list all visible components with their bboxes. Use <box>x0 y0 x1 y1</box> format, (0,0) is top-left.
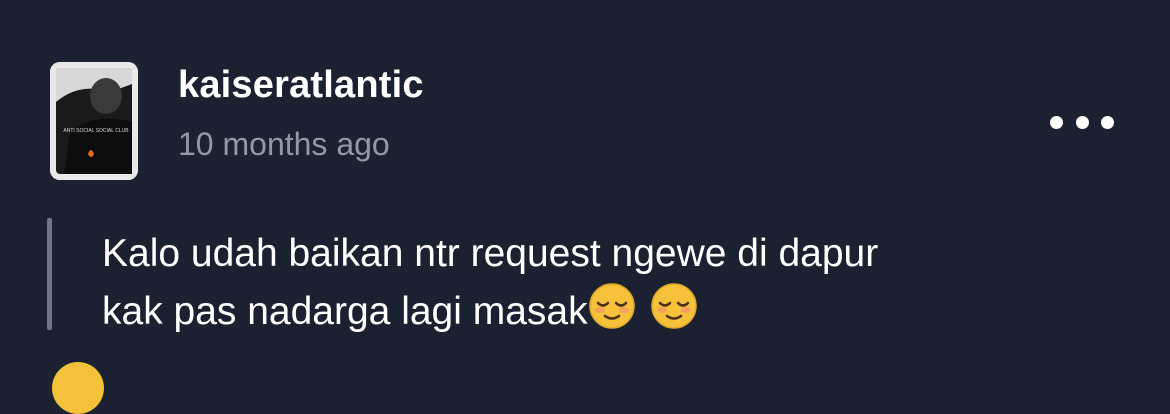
more-horizontal-icon <box>1101 115 1114 129</box>
relieved-face-emoji <box>588 282 636 330</box>
comment-text-line-2: kak pas nadarga lagi masak <box>102 282 1142 340</box>
more-options-button[interactable] <box>1046 104 1118 140</box>
username[interactable]: kaiseratlantic <box>178 64 424 107</box>
avatar-photo: ANTI SOCIAL SOCIAL CLUB <box>50 62 138 180</box>
more-horizontal-icon <box>1050 115 1063 129</box>
avatar-shirt-text: ANTI SOCIAL SOCIAL CLUB <box>63 128 129 134</box>
comment-text: Kalo udah baikan ntr request ngewe di da… <box>102 226 1142 340</box>
comment-card: ANTI SOCIAL SOCIAL CLUB kaiseratlantic 1… <box>0 0 1170 414</box>
comment-text-line-2-content: kak pas nadarga lagi masak <box>102 290 588 333</box>
emoji-reaction-icon[interactable] <box>52 362 104 414</box>
quote-bar <box>47 218 52 330</box>
relieved-face-emoji <box>650 282 698 330</box>
more-horizontal-icon <box>1075 115 1089 129</box>
comment-text-line-1: Kalo udah baikan ntr request ngewe di da… <box>102 232 879 275</box>
avatar[interactable]: ANTI SOCIAL SOCIAL CLUB <box>50 62 138 180</box>
timestamp: 10 months ago <box>178 126 390 162</box>
